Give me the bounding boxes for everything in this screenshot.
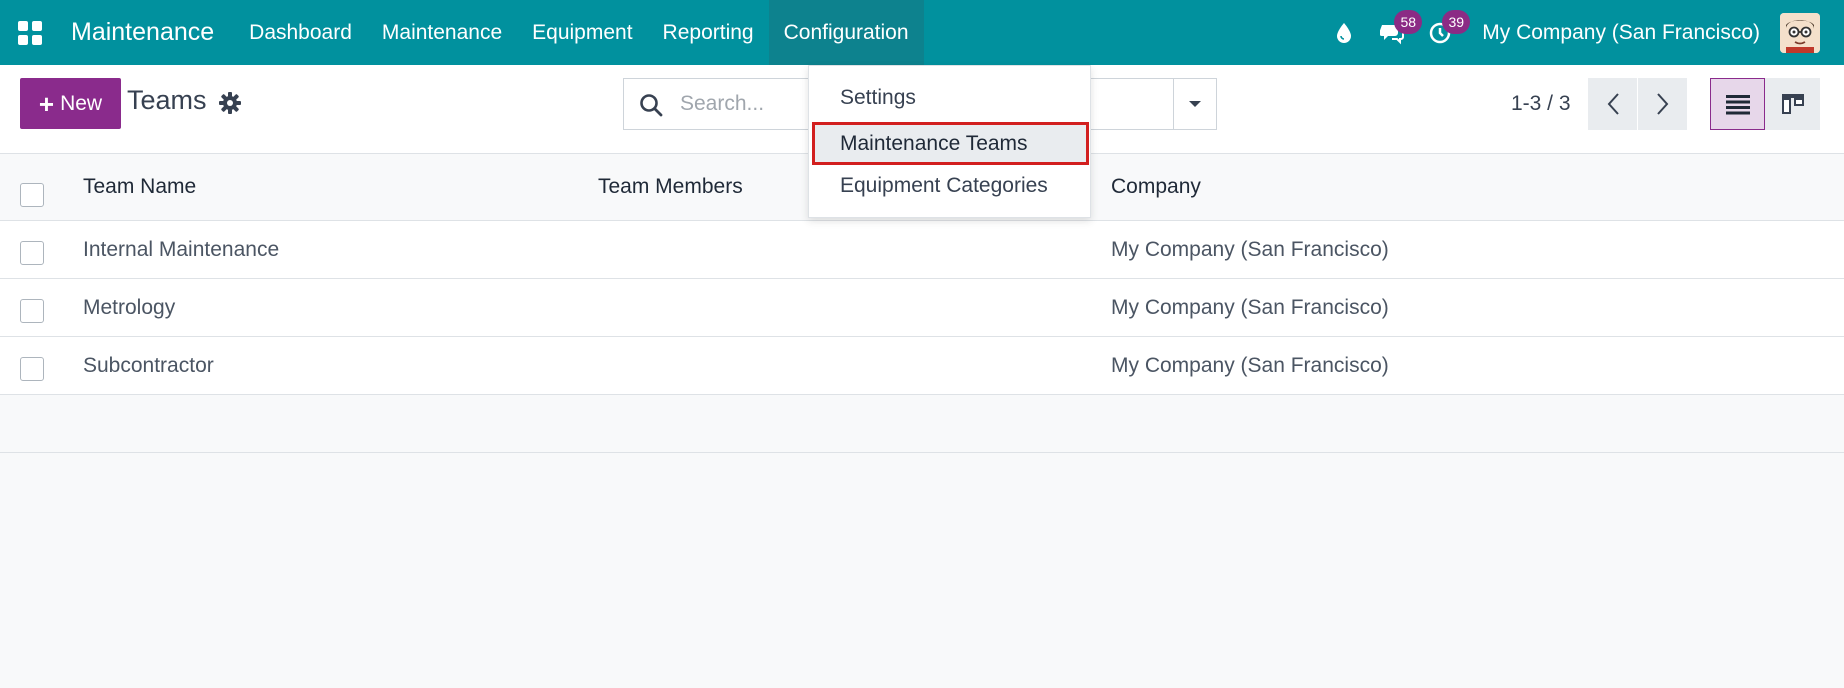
pager-previous-button[interactable]	[1588, 78, 1637, 130]
list-view-button[interactable]	[1710, 78, 1765, 130]
activities-badge: 39	[1442, 10, 1471, 34]
column-header-company[interactable]: Company	[1111, 175, 1201, 199]
chevron-left-icon	[1607, 93, 1619, 115]
dropdown-item-equipment-categories[interactable]: Equipment Categories	[809, 164, 1090, 207]
droplet-icon	[1337, 22, 1352, 43]
user-avatar-icon	[1780, 12, 1820, 53]
activities-button[interactable]: 39	[1416, 0, 1471, 65]
menu-maintenance[interactable]: Maintenance	[367, 0, 517, 65]
new-button[interactable]: + New	[20, 78, 121, 129]
chevron-right-icon	[1656, 93, 1668, 115]
company-cell: My Company (San Francisco)	[1111, 296, 1389, 319]
pager-next-button[interactable]	[1638, 78, 1687, 130]
app-name[interactable]: Maintenance	[71, 18, 214, 47]
select-all-checkbox[interactable]	[20, 183, 44, 207]
plus-icon: +	[38, 88, 55, 119]
company-cell: My Company (San Francisco)	[1111, 238, 1389, 261]
messages-button[interactable]: 58	[1368, 0, 1423, 65]
empty-row	[0, 395, 1844, 453]
menu-equipment[interactable]: Equipment	[517, 0, 647, 65]
search-icon	[640, 94, 663, 117]
row-checkbox[interactable]	[20, 299, 44, 323]
caret-down-icon	[1189, 101, 1201, 107]
column-header-team-name[interactable]: Team Name	[83, 175, 196, 199]
apps-menu-button[interactable]	[0, 0, 60, 65]
kanban-view-icon	[1781, 94, 1804, 114]
team-name-cell: Subcontractor	[83, 354, 214, 377]
new-button-label: New	[60, 91, 103, 115]
table-row[interactable]: Internal Maintenance My Company (San Fra…	[0, 221, 1844, 279]
debug-button[interactable]	[1320, 0, 1368, 65]
row-checkbox[interactable]	[20, 357, 44, 381]
team-name-cell: Internal Maintenance	[83, 238, 280, 261]
search-options-toggle[interactable]	[1173, 78, 1217, 130]
row-checkbox[interactable]	[20, 241, 44, 265]
grid-icon	[18, 20, 42, 45]
gear-icon[interactable]	[218, 91, 242, 115]
user-avatar[interactable]	[1780, 12, 1820, 53]
dropdown-item-settings[interactable]: Settings	[809, 76, 1090, 119]
company-cell: My Company (San Francisco)	[1111, 354, 1389, 377]
table-row[interactable]: Metrology My Company (San Francisco)	[0, 279, 1844, 337]
menu-dashboard[interactable]: Dashboard	[234, 0, 367, 65]
menu-reporting[interactable]: Reporting	[648, 0, 769, 65]
page-title: Teams	[127, 85, 207, 115]
top-navbar: Maintenance Dashboard Maintenance Equipm…	[0, 0, 1844, 65]
company-switcher[interactable]: My Company (San Francisco)	[1482, 21, 1760, 45]
configuration-dropdown: Settings Maintenance Teams Equipment Cat…	[808, 65, 1091, 218]
list-view-icon	[1725, 95, 1750, 115]
kanban-view-button[interactable]	[1765, 78, 1820, 130]
table-row[interactable]: Subcontractor My Company (San Francisco)	[0, 337, 1844, 395]
dropdown-item-maintenance-teams[interactable]: Maintenance Teams	[812, 122, 1089, 165]
menu-configuration[interactable]: Configuration	[768, 0, 924, 65]
systray: 58 39 My Company (San Francisco)	[1320, 0, 1844, 65]
pager-value[interactable]: 1-3 / 3	[1511, 92, 1571, 116]
team-name-cell: Metrology	[83, 296, 176, 319]
column-header-team-members[interactable]: Team Members	[598, 175, 743, 199]
